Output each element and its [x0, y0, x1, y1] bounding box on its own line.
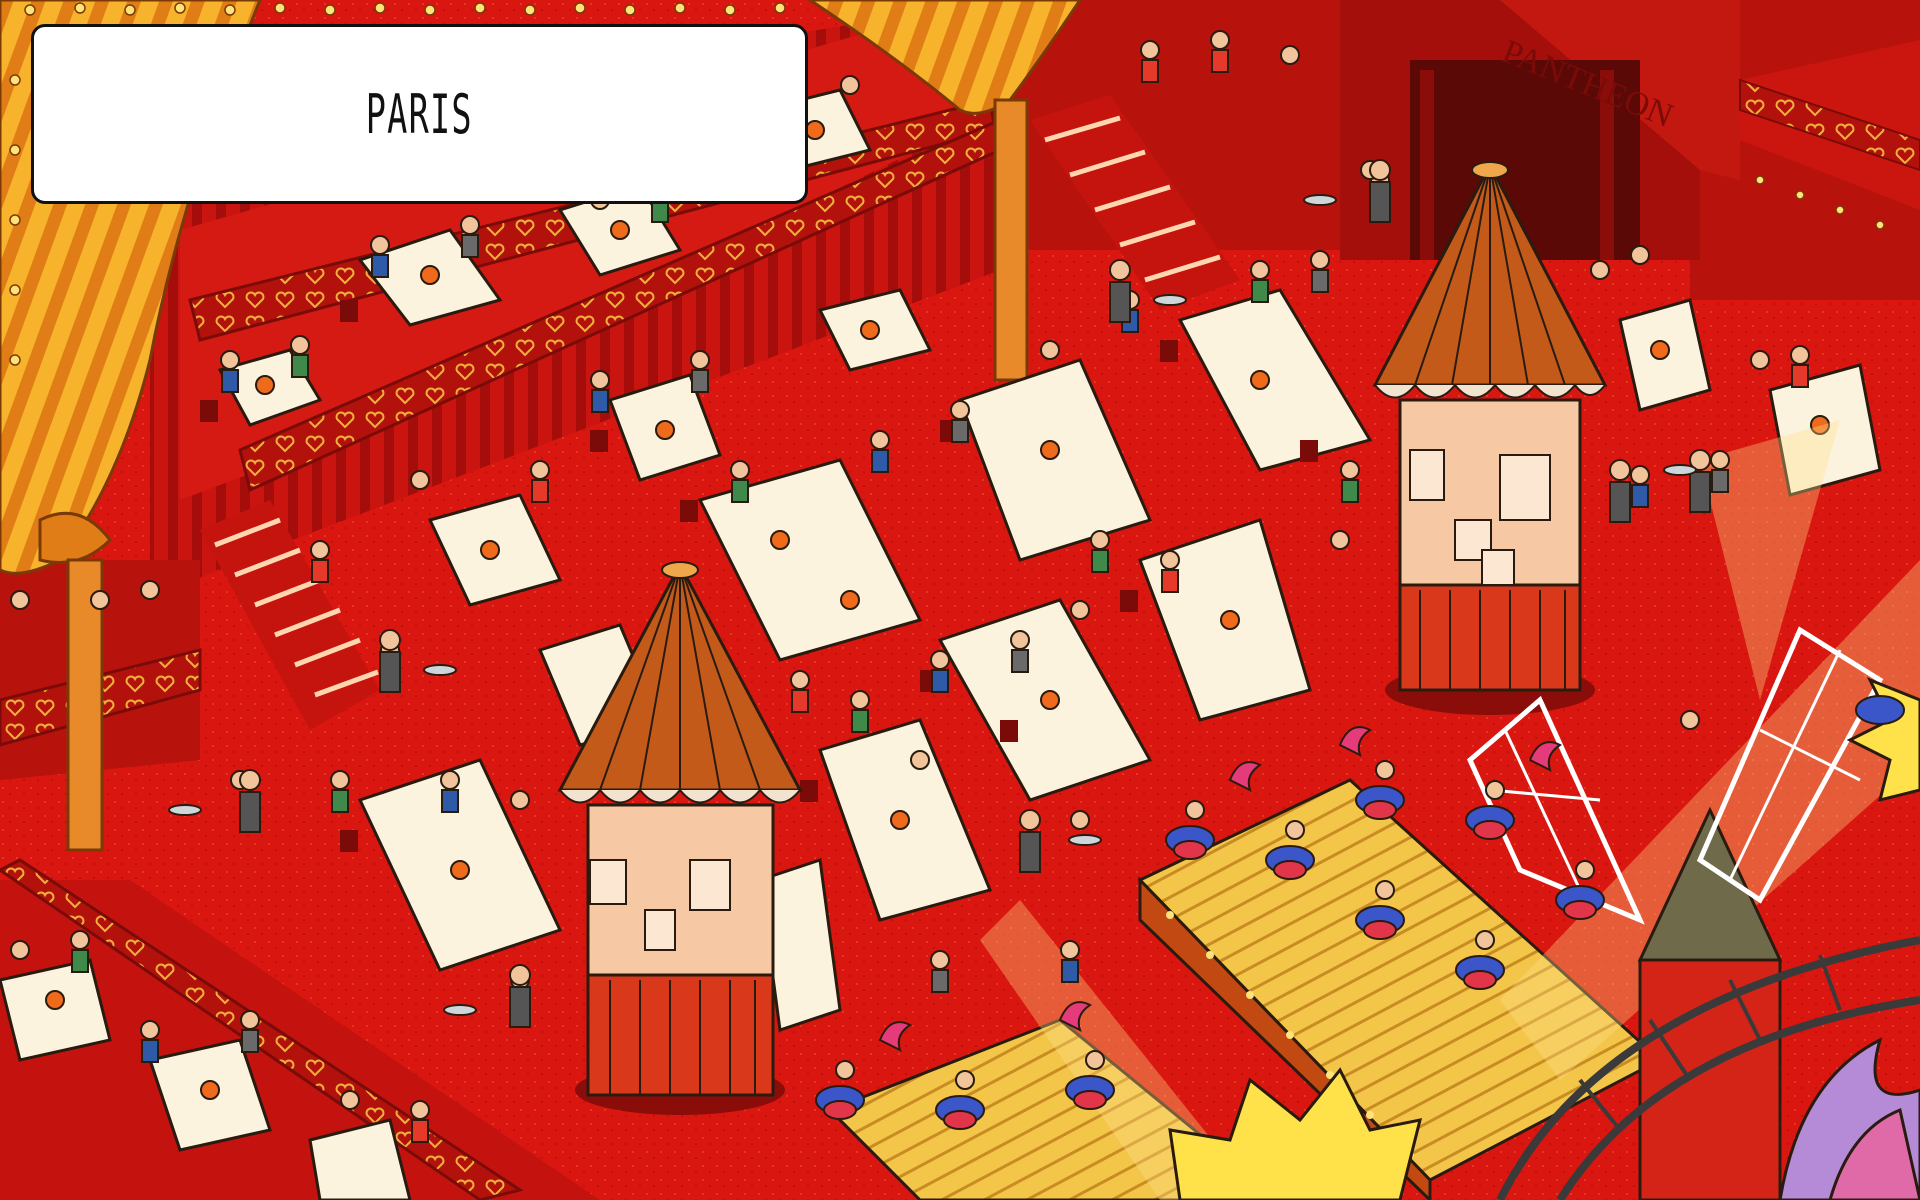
pantheon-facade [1330, 0, 1740, 260]
pillar-center [993, 98, 1029, 382]
level-title-card: PARIS [31, 24, 808, 204]
level-title: PARIS [366, 82, 473, 146]
